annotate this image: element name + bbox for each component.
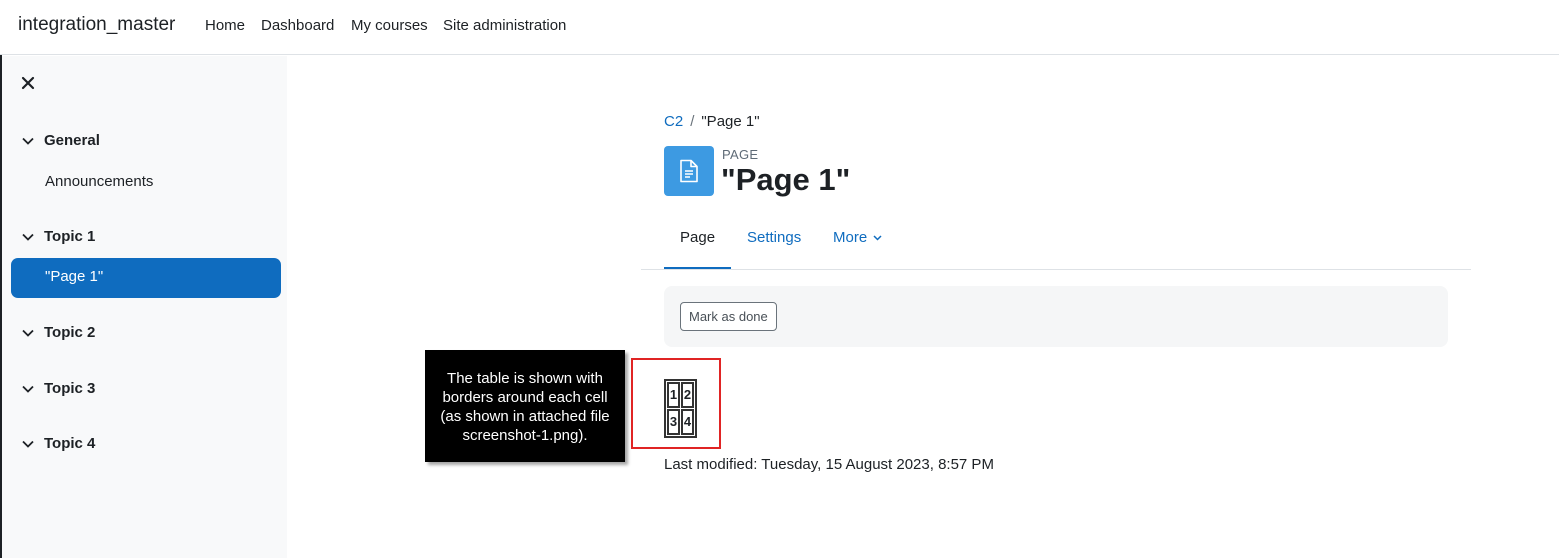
tab-more-label: More (833, 229, 868, 246)
nav-home[interactable]: Home (205, 17, 245, 34)
activity-completion-area: Mark as done (664, 286, 1448, 347)
nav-site-administration[interactable]: Site administration (443, 17, 566, 34)
table-cell: 1 (667, 382, 680, 408)
table-cell: 3 (667, 409, 680, 435)
top-navbar: integration_master Home Dashboard My cou… (0, 0, 1559, 55)
section-general[interactable]: General (22, 132, 100, 149)
document-icon (680, 159, 698, 183)
chevron-down-icon (22, 329, 34, 337)
table-row: 1 2 (667, 382, 694, 408)
drawer-item-page-1[interactable]: "Page 1" (11, 258, 281, 298)
chevron-down-icon (22, 137, 34, 145)
chevron-down-icon (22, 385, 34, 393)
table-row: 3 4 (667, 409, 694, 435)
last-modified-text: Last modified: Tuesday, 15 August 2023, … (664, 456, 994, 473)
tab-more[interactable]: More (833, 229, 882, 246)
breadcrumb-separator: / (690, 113, 695, 130)
drawer-item-announcements[interactable]: Announcements (45, 173, 153, 190)
breadcrumb-current: "Page 1" (701, 113, 760, 130)
breadcrumb-course-link[interactable]: C2 (664, 113, 683, 130)
tab-settings[interactable]: Settings (747, 229, 801, 246)
section-topic-2[interactable]: Topic 2 (22, 324, 95, 341)
activity-type-label: PAGE (722, 147, 759, 162)
chevron-down-icon (22, 440, 34, 448)
chevron-down-icon (22, 233, 34, 241)
section-topic-4[interactable]: Topic 4 (22, 435, 95, 452)
mark-as-done-button[interactable]: Mark as done (680, 302, 777, 331)
page-title: "Page 1" (721, 162, 851, 197)
drawer-item-label: "Page 1" (45, 268, 104, 285)
section-title: Topic 4 (44, 435, 96, 452)
section-title: General (44, 132, 100, 149)
close-icon[interactable] (21, 76, 35, 90)
table-cell: 2 (681, 382, 694, 408)
section-title: Topic 3 (44, 380, 96, 397)
breadcrumb: C2 / "Page 1" (664, 113, 760, 130)
section-topic-3[interactable]: Topic 3 (22, 380, 95, 397)
tabs-divider (641, 269, 1471, 270)
site-name-link[interactable]: integration_master (18, 14, 175, 36)
content-table: 1 2 3 4 (664, 379, 697, 438)
annotation-callout: The table is shown with borders around e… (425, 350, 625, 462)
section-title: Topic 2 (44, 324, 96, 341)
section-title: Topic 1 (44, 228, 96, 245)
page-activity-icon (664, 146, 714, 196)
tab-page[interactable]: Page (680, 229, 715, 246)
course-index-drawer: General Announcements Topic 1 "Page 1" T… (2, 56, 287, 558)
table-cell: 4 (681, 409, 694, 435)
chevron-down-icon (873, 235, 882, 241)
section-topic-1[interactable]: Topic 1 (22, 228, 95, 245)
nav-dashboard[interactable]: Dashboard (261, 17, 334, 34)
nav-my-courses[interactable]: My courses (351, 17, 428, 34)
